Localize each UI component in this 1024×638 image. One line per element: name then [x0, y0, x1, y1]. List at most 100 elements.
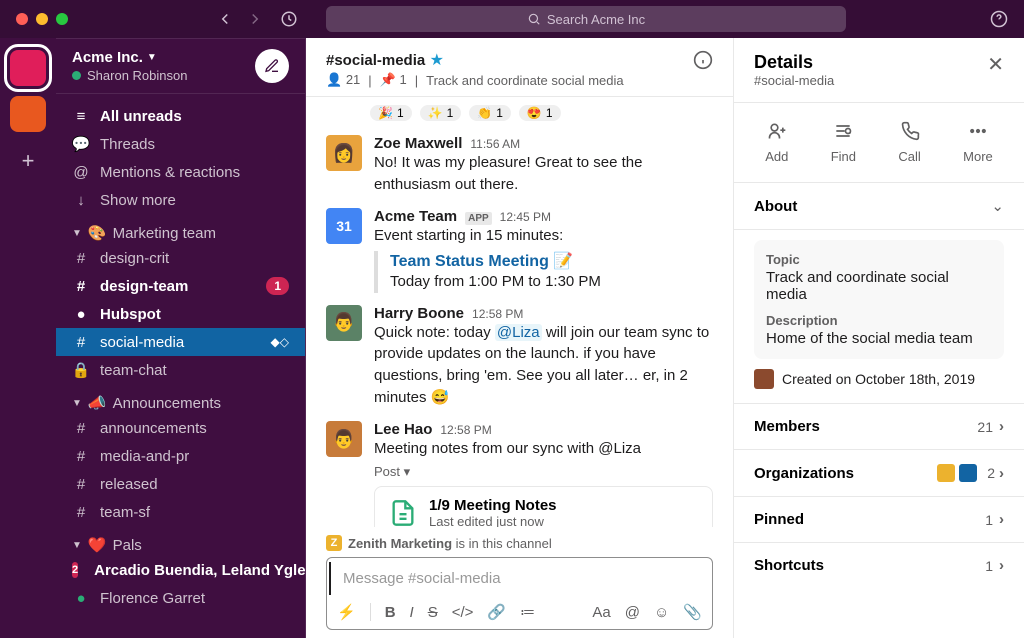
current-user: Sharon Robinson — [87, 68, 187, 83]
workspace-switch-2[interactable] — [10, 96, 46, 132]
timestamp[interactable]: 12:45 PM — [500, 210, 551, 224]
add-workspace-button[interactable]: + — [22, 148, 35, 174]
search-input[interactable]: Search Acme Inc — [326, 6, 846, 32]
sidebar: Acme Inc. ▼ Sharon Robinson ≡All unreads… — [56, 38, 306, 638]
call-button[interactable]: Call — [898, 121, 920, 164]
timestamp[interactable]: 12:58 PM — [440, 423, 491, 437]
reaction[interactable]: ✨1 — [420, 105, 462, 121]
threads-icon: 💬 — [72, 135, 90, 153]
strike-button[interactable]: S — [428, 604, 438, 621]
timestamp[interactable]: 11:56 AM — [470, 137, 520, 151]
presence-indicator — [72, 71, 81, 80]
shared-channel-icon: ◆◇ — [271, 335, 289, 349]
post-label[interactable]: Post ▾ — [374, 464, 713, 480]
link-button[interactable]: 🔗 — [487, 603, 506, 621]
channel-design-crit[interactable]: #design-crit — [56, 244, 305, 272]
channel-header: #social-media ★ 👤 21 | 📌 1 | Track and c… — [306, 38, 733, 97]
search-icon — [527, 12, 541, 26]
reaction[interactable]: 🎉1 — [370, 105, 412, 121]
document-icon — [389, 499, 417, 527]
pinned-row[interactable]: Pinned1› — [734, 497, 1024, 543]
channel-social-media[interactable]: #social-media◆◇ — [56, 328, 305, 356]
dm-arcadio[interactable]: 2Arcadio Buendia, Leland Ygle… — [56, 556, 305, 584]
compose-button[interactable] — [255, 49, 289, 83]
reaction[interactable]: 👏1 — [469, 105, 511, 121]
event-time: Today from 1:00 PM to 1:30 PM — [390, 271, 713, 293]
reaction[interactable]: 😍1 — [519, 105, 561, 121]
close-button[interactable]: ✕ — [987, 52, 1004, 77]
nav-mentions[interactable]: @Mentions & reactions — [56, 158, 305, 186]
shortcuts-row[interactable]: Shortcuts1› — [734, 543, 1024, 588]
timestamp[interactable]: 12:58 PM — [472, 307, 523, 321]
bold-button[interactable]: B — [385, 604, 396, 621]
code-button[interactable]: </> — [452, 604, 474, 621]
mention-button[interactable]: @ — [625, 604, 640, 621]
back-button[interactable] — [216, 10, 234, 28]
member-count[interactable]: 👤 21 — [326, 72, 360, 88]
window-controls — [16, 13, 68, 25]
minimize-window-icon[interactable] — [36, 13, 48, 25]
channel-name[interactable]: #social-media — [326, 52, 425, 69]
info-button[interactable] — [693, 50, 713, 70]
dm-florence[interactable]: ●Florence Garret — [56, 584, 305, 612]
event-link[interactable]: Team Status Meeting — [390, 253, 549, 270]
close-window-icon[interactable] — [16, 13, 28, 25]
author[interactable]: Harry Boone — [374, 305, 464, 322]
details-pane: Details #social-media ✕ Add Find Call Mo… — [734, 38, 1024, 638]
channel-announcements[interactable]: #announcements — [56, 414, 305, 442]
workspace-switch-1[interactable] — [10, 50, 46, 86]
section-pals[interactable]: ▼❤️Pals — [56, 526, 305, 556]
avatar[interactable]: 👨 — [326, 421, 362, 457]
pin-count[interactable]: 📌 1 — [380, 72, 407, 88]
channel-topic[interactable]: Track and coordinate social media — [426, 73, 624, 88]
channel-released[interactable]: #released — [56, 470, 305, 498]
channel-team-sf[interactable]: #team-sf — [56, 498, 305, 526]
author[interactable]: Lee Hao — [374, 421, 432, 438]
format-button[interactable]: Aa — [592, 604, 610, 621]
avatar[interactable]: 31 — [326, 208, 362, 244]
more-button[interactable]: More — [963, 121, 993, 164]
author[interactable]: Zoe Maxwell — [374, 135, 462, 152]
message-composer[interactable]: Message #social-media ⚡ B I S </> 🔗 ≔ Aa… — [326, 557, 713, 630]
attach-button[interactable]: 📎 — [683, 603, 702, 621]
channel-hubspot[interactable]: ●Hubspot — [56, 300, 305, 328]
app-badge: APP — [465, 212, 492, 225]
section-announcements[interactable]: ▼📣Announcements — [56, 384, 305, 414]
add-button[interactable]: Add — [765, 121, 788, 164]
composer-input[interactable]: Message #social-media — [329, 562, 712, 595]
organizations-row[interactable]: Organizations2› — [734, 450, 1024, 497]
mention[interactable]: @Liza — [495, 324, 542, 341]
section-marketing[interactable]: ▼🎨Marketing team — [56, 214, 305, 244]
avatar[interactable]: 👨 — [326, 305, 362, 341]
help-button[interactable] — [990, 10, 1008, 28]
shared-channel-notice: Z Zenith Marketing is in this channel — [326, 535, 713, 551]
channel-team-chat[interactable]: 🔒team-chat — [56, 356, 305, 384]
star-icon[interactable]: ★ — [430, 52, 444, 69]
forward-button[interactable] — [246, 10, 264, 28]
emoji-button[interactable]: ☺ — [654, 604, 669, 621]
members-row[interactable]: Members21› — [734, 404, 1024, 450]
reaction-bar: 🎉1 ✨1 👏1 😍1 — [306, 101, 733, 129]
maximize-window-icon[interactable] — [56, 13, 68, 25]
italic-button[interactable]: I — [410, 604, 414, 621]
composer-toolbar: ⚡ B I S </> 🔗 ≔ Aa @ ☺ 📎 — [327, 599, 712, 629]
chevron-down-icon: ⌄ — [991, 197, 1004, 215]
list-button[interactable]: ≔ — [520, 603, 535, 621]
channel-media-pr[interactable]: #media-and-pr — [56, 442, 305, 470]
history-button[interactable] — [280, 10, 298, 28]
desc-value[interactable]: Home of the social media team — [766, 330, 992, 347]
channel-design-team[interactable]: #design-team1 — [56, 272, 305, 300]
document-card[interactable]: 1/9 Meeting Notes Last edited just now — [374, 486, 713, 527]
creator-avatar[interactable] — [754, 369, 774, 389]
doc-title: 1/9 Meeting Notes — [429, 497, 557, 514]
workspace-header[interactable]: Acme Inc. ▼ Sharon Robinson — [56, 38, 305, 94]
nav-threads[interactable]: 💬Threads — [56, 130, 305, 158]
author[interactable]: Acme Team — [374, 208, 457, 225]
topic-value[interactable]: Track and coordinate social media — [766, 269, 992, 303]
nav-show-more[interactable]: ↓Show more — [56, 186, 305, 214]
avatar[interactable]: 👩 — [326, 135, 362, 171]
shortcuts-icon[interactable]: ⚡ — [337, 603, 356, 621]
find-button[interactable]: Find — [831, 121, 856, 164]
about-section-toggle[interactable]: About⌄ — [734, 183, 1024, 230]
nav-all-unreads[interactable]: ≡All unreads — [56, 102, 305, 130]
